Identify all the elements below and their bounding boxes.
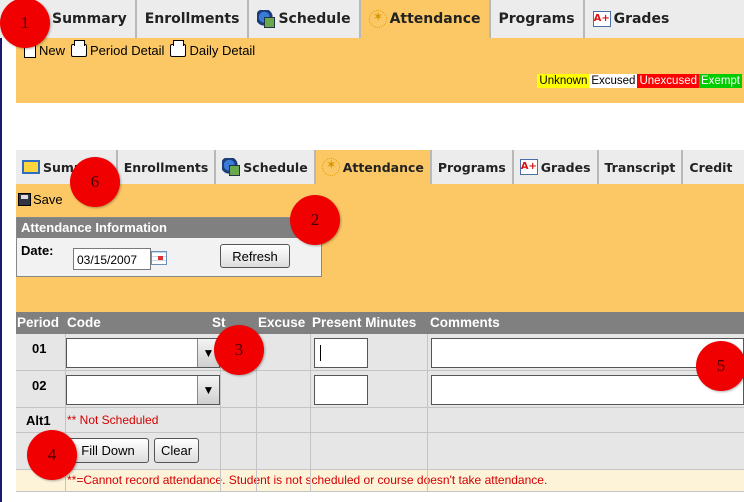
attendance-icon — [321, 158, 340, 176]
col-excuse: Excuse — [258, 315, 306, 330]
top-toolbar: New Period Detail Daily Detail — [24, 40, 256, 58]
present-minutes-input[interactable] — [314, 338, 368, 368]
attendance-icon — [368, 10, 387, 28]
chevron-down-icon[interactable]: ▼ — [197, 376, 219, 404]
status-legend: Unknown Excused Unexcused Exempt — [537, 74, 742, 88]
table-row: Alt1 ** Not Scheduled — [16, 408, 744, 433]
period-detail-label: Period Detail — [90, 43, 165, 58]
tab-grades[interactable]: A+ Grades — [513, 150, 599, 184]
tab-attendance[interactable]: Attendance — [360, 0, 491, 38]
marker-1: 1 — [0, 0, 50, 48]
legend-excused: Excused — [589, 74, 638, 88]
tab-credit[interactable]: Credit — [683, 150, 739, 184]
save-label: Save — [33, 192, 63, 207]
col-code: Code — [67, 315, 101, 330]
clear-button[interactable]: Clear — [154, 438, 200, 463]
legend-exempt: Exempt — [699, 74, 742, 88]
refresh-button[interactable]: Refresh — [220, 244, 290, 268]
tab-label: Programs — [437, 159, 506, 175]
attendance-info-header: Attendance Information — [17, 218, 321, 238]
grid-divider — [310, 334, 311, 492]
tab-label: Schedule — [243, 159, 308, 175]
tab-label: Schedule — [278, 11, 351, 27]
not-scheduled-note: ** Not Scheduled — [67, 413, 159, 427]
tab-schedule[interactable]: Schedule — [249, 0, 361, 38]
grid-footnote-row: **=Cannot record attendance. Student is … — [16, 470, 744, 492]
tab-attendance[interactable]: Attendance — [315, 150, 432, 184]
marker-2: 2 — [290, 195, 340, 245]
grid-actions-row: Fill Down Clear — [16, 433, 744, 470]
tab-programs[interactable]: Programs — [431, 150, 514, 184]
col-period: Period — [17, 315, 60, 330]
top-attendance-panel: New Period Detail Daily Detail Unknown E… — [16, 38, 744, 103]
code-select[interactable]: ▼ — [66, 375, 220, 405]
period-number: 01 — [32, 341, 47, 356]
top-tab-strip: Summary Enrollments Schedule Attendance … — [0, 0, 744, 38]
text-caret — [320, 345, 321, 361]
attendance-info-box: Attendance Information Date: 03/15/2007 … — [16, 217, 322, 277]
schedule-icon — [257, 10, 276, 28]
col-comments: Comments — [430, 315, 500, 330]
legend-unknown: Unknown — [537, 74, 590, 88]
tab-label: Attendance — [389, 11, 481, 27]
schedule-icon — [222, 158, 241, 176]
calendar-icon[interactable] — [151, 251, 167, 265]
grid-header: Period Code St Excuse Present Minutes Co… — [16, 312, 744, 334]
period-number: Alt1 — [26, 413, 51, 428]
tab-label: Enrollments — [123, 159, 209, 175]
date-label: Date: — [21, 243, 54, 258]
tab-programs[interactable]: Programs — [490, 0, 585, 38]
tab-enrollments[interactable]: Enrollments — [136, 0, 250, 38]
tab-label: Summary — [52, 11, 127, 27]
tab-label: Programs — [498, 11, 575, 27]
tab-label: Grades — [613, 11, 670, 27]
tab-label: Enrollments — [144, 11, 240, 27]
period-detail-button[interactable]: Period Detail — [71, 40, 165, 58]
tab-label: Transcript — [604, 159, 676, 175]
tab-grades[interactable]: A+ Grades — [584, 0, 678, 38]
floppy-disk-icon — [18, 193, 31, 206]
save-button[interactable]: Save — [18, 192, 63, 207]
daily-detail-label: Daily Detail — [189, 43, 256, 58]
grades-icon: A+ — [519, 159, 538, 175]
printer-icon — [71, 40, 88, 57]
grades-icon: A+ — [592, 11, 611, 27]
tab-label: Credit — [689, 159, 733, 175]
tab-transcript[interactable]: Transcript — [598, 150, 684, 184]
tab-schedule[interactable]: Schedule — [216, 150, 316, 184]
mid-tab-strip: Summary Enrollments Schedule Attendance … — [16, 150, 744, 184]
attendance-panel: Save Attendance Information Date: 03/15/… — [16, 184, 744, 312]
legend-unexcused: Unexcused — [637, 74, 699, 88]
footnote-text: **=Cannot record attendance. Student is … — [67, 473, 548, 487]
grid-divider — [427, 334, 428, 492]
present-minutes-input[interactable] — [314, 375, 368, 405]
marker-6: 6 — [70, 157, 120, 207]
attendance-grid: Period Code St Excuse Present Minutes Co… — [16, 312, 744, 492]
new-label: New — [39, 43, 66, 58]
table-row: 02 ▼ — [16, 371, 744, 408]
summary-icon — [22, 160, 40, 174]
col-present-minutes: Present Minutes — [312, 315, 417, 330]
date-input[interactable]: 03/15/2007 — [73, 248, 151, 270]
daily-detail-button[interactable]: Daily Detail — [170, 40, 256, 58]
fill-down-button[interactable]: Fill Down — [67, 438, 149, 463]
tab-enrollments[interactable]: Enrollments — [117, 150, 217, 184]
marker-4: 4 — [27, 430, 77, 480]
col-status: St — [212, 315, 226, 330]
tab-label: Grades — [540, 159, 591, 175]
code-select[interactable]: ▼ — [66, 338, 220, 368]
marker-5: 5 — [696, 341, 744, 391]
tab-label: Attendance — [342, 159, 424, 175]
printer-icon — [170, 40, 187, 57]
period-number: 02 — [32, 378, 47, 393]
marker-3: 3 — [214, 325, 264, 375]
table-row: 01 ▼ — [16, 334, 744, 371]
comments-input[interactable] — [431, 375, 744, 405]
